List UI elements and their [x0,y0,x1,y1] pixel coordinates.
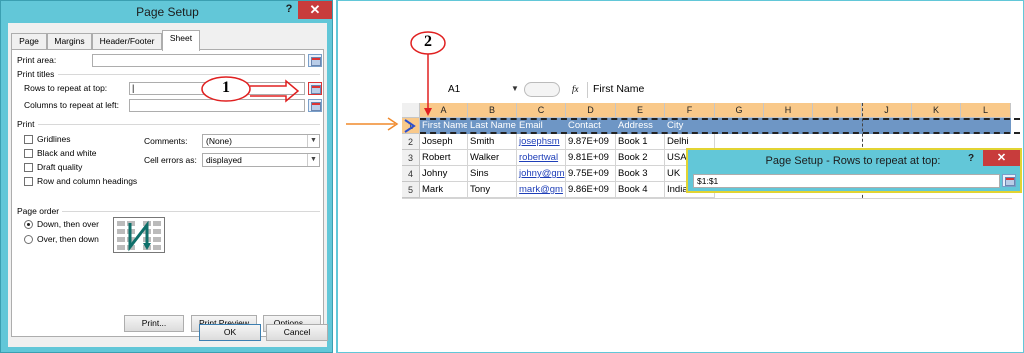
tab-sheet[interactable]: Sheet [162,30,200,51]
red-arrowhead-icon [424,108,432,116]
annotation-overlay [201,31,446,133]
blue-row-arrow-icon [404,119,416,133]
red-arrow-icon [250,79,300,103]
callout-number-2: 2 [424,33,432,50]
callout-number-1: 1 [222,79,230,96]
